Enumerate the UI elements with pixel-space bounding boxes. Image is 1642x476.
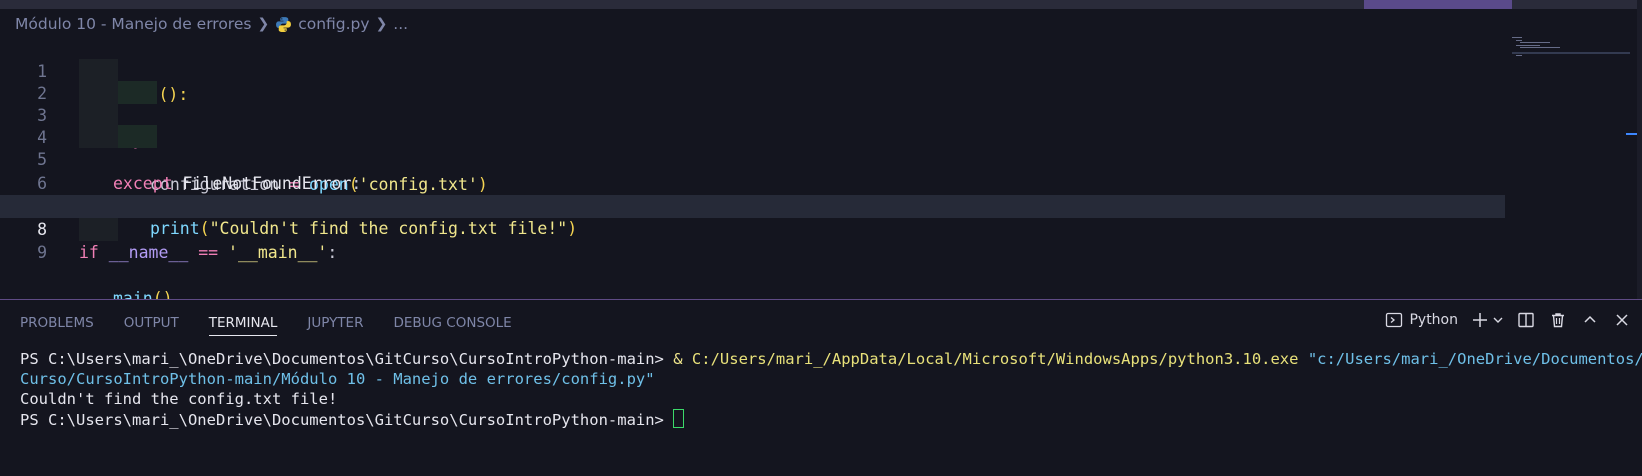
terminal-cursor <box>673 409 685 428</box>
terminal-prompt: PS C:\Users\mari_\OneDrive\Documentos\Gi… <box>20 350 674 368</box>
tab-debug-console[interactable]: DEBUG CONSOLE <box>393 314 511 338</box>
bottom-panel: PROBLEMS OUTPUT TERMINAL JUPYTER DEBUG C… <box>0 300 1642 476</box>
chevron-right-icon: ❯ <box>257 16 270 32</box>
indent-guide <box>118 125 157 148</box>
terminal-selector[interactable]: Python <box>1385 311 1458 329</box>
indent-guide <box>118 81 157 104</box>
terminal-operator: & <box>673 350 692 368</box>
breadcrumb-file[interactable]: config.py <box>298 15 369 33</box>
terminal-prompt: PS C:\Users\mari_\OneDrive\Documentos\Gi… <box>20 411 674 429</box>
trash-icon[interactable] <box>1548 310 1568 330</box>
chevron-down-icon[interactable] <box>1492 310 1504 330</box>
operator: == <box>188 243 219 262</box>
breadcrumb: Módulo 10 - Manejo de errores ❯ config.p… <box>15 13 408 35</box>
code-line-current: 8 if __name__ == '__main__': <box>0 195 1505 262</box>
panel-actions: Python <box>1385 310 1632 330</box>
tab-terminal[interactable]: TERMINAL <box>208 314 277 338</box>
punctuation: : <box>327 243 338 262</box>
code-line: 1 def main(): <box>0 37 1505 104</box>
indent-guide <box>79 103 118 126</box>
code-line: 9 main() <box>0 218 1505 308</box>
code-line: 5 print("Couldn't find the config.txt fi… <box>0 125 1505 238</box>
code-line: 4 except FileNotFoundError: <box>0 103 1505 193</box>
chevron-right-icon: ❯ <box>375 16 388 32</box>
breadcrumb-folder[interactable]: Módulo 10 - Manejo de errores <box>15 15 251 33</box>
code-line: 7 <box>0 172 1505 216</box>
terminal-output[interactable]: PS C:\Users\mari_\OneDrive\Documentos\Gi… <box>20 349 1642 430</box>
code-line: 2 try: <box>0 59 1505 149</box>
line-number: 9 <box>37 243 47 262</box>
plus-icon[interactable] <box>1470 310 1490 330</box>
code-editor[interactable]: 1 def main(): 2 try: 3 configuration = o… <box>0 37 1642 308</box>
vertical-scrollbar[interactable] <box>1637 0 1642 300</box>
terminal-argument: "c:/Users/mari_/OneDrive/Documentos/Git <box>1298 350 1642 368</box>
keyword: if <box>79 243 99 262</box>
split-icon[interactable] <box>1516 310 1536 330</box>
indent-guide <box>79 81 118 104</box>
close-icon[interactable] <box>1612 310 1632 330</box>
string-literal: '__main__' <box>218 243 328 262</box>
code-line: 3 configuration = open('config.txt') <box>0 81 1505 194</box>
tab-problems[interactable]: PROBLEMS <box>20 314 94 338</box>
terminal-output-line: Couldn't find the config.txt file! <box>20 390 338 408</box>
minimap[interactable] <box>1512 37 1630 77</box>
tab-output[interactable]: OUTPUT <box>124 314 179 338</box>
chevron-up-icon[interactable] <box>1580 310 1600 330</box>
top-strip-accent <box>1364 0 1512 9</box>
terminal-icon <box>1386 312 1403 328</box>
panel-tabs: PROBLEMS OUTPUT TERMINAL JUPYTER DEBUG C… <box>20 314 512 338</box>
indent-guide <box>79 59 118 82</box>
python-file-icon <box>276 16 292 32</box>
code-line: 6 <box>0 149 1505 193</box>
terminal-kind-label: Python <box>1409 312 1458 328</box>
dunder-name: __name__ <box>98 243 189 262</box>
indent-guide <box>79 218 118 241</box>
terminal-command: C:/Users/mari_/AppData/Local/Microsoft/W… <box>691 350 1299 368</box>
tab-jupyter[interactable]: JUPYTER <box>307 314 363 338</box>
terminal-argument-continued: Curso/CursoIntroPython-main/Módulo 10 - … <box>20 370 655 388</box>
breadcrumb-more[interactable]: ... <box>393 15 408 33</box>
indent-guide <box>79 125 118 148</box>
